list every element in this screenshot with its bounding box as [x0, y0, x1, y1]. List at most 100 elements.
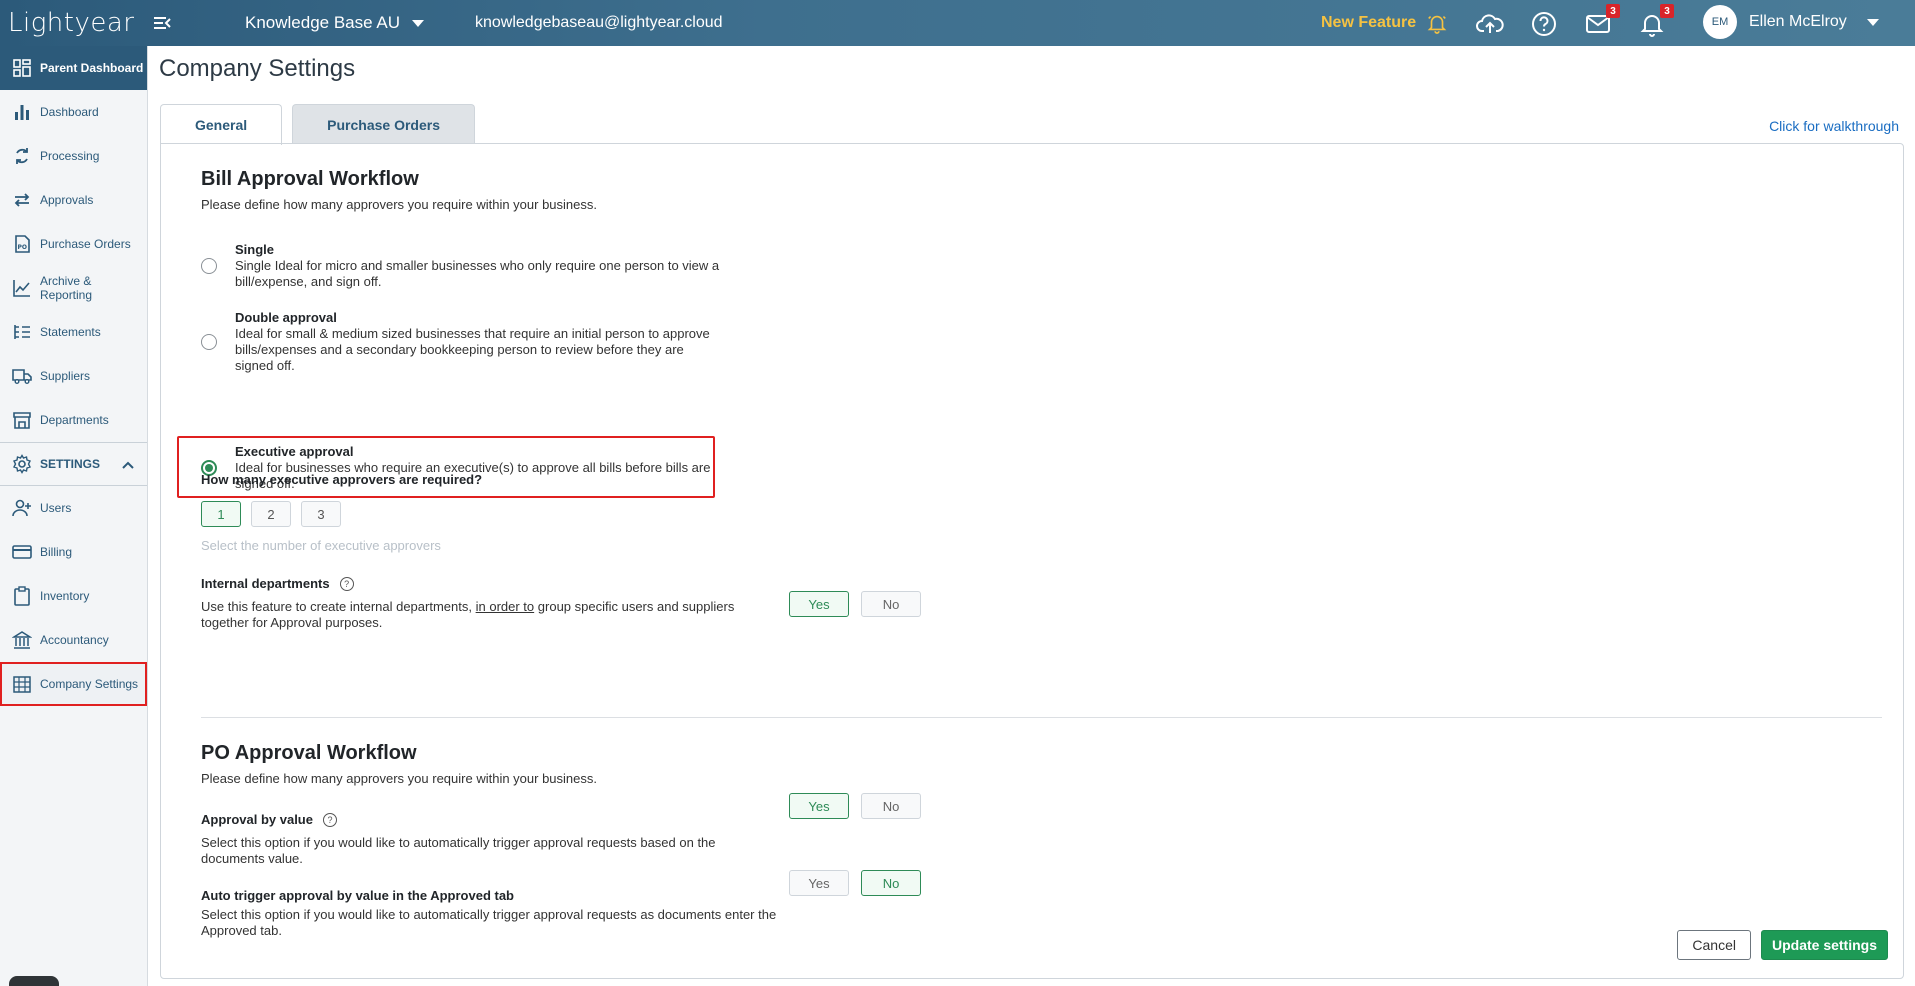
settings-label: SETTINGS: [40, 457, 101, 471]
exec-approver-count: 1 2 3: [201, 501, 341, 527]
po-document-icon: PO: [15, 235, 30, 253]
list-icon: [14, 325, 30, 339]
chevron-down-icon: [412, 19, 424, 27]
approval-by-value-title: Approval by value: [201, 812, 313, 827]
auto-trigger-toggle: Yes No: [789, 870, 921, 896]
option-title: Double approval: [235, 310, 337, 325]
auto-trigger-label: Auto trigger approval by value in the Ap…: [201, 888, 515, 903]
tab-general[interactable]: General: [160, 104, 283, 145]
internal-departments-label: Internal departments ?: [201, 576, 354, 591]
sidebar-item-purchase-orders[interactable]: PO Purchase Orders: [0, 222, 147, 266]
sidebar-item-label: Processing: [40, 149, 100, 163]
messages-button[interactable]: 3: [1584, 4, 1620, 38]
approval-by-value-yes[interactable]: Yes: [789, 793, 849, 819]
sidebar-item-departments[interactable]: Departments: [0, 398, 147, 442]
top-bar: Lightyear Knowledge Base AU knowledgebas…: [0, 0, 1915, 46]
option-desc: Single Ideal for micro and smaller busin…: [235, 258, 720, 289]
avatar: EM: [1703, 5, 1737, 39]
exec-count-2[interactable]: 2: [251, 501, 291, 527]
sidebar-item-label: Users: [40, 501, 72, 515]
info-icon[interactable]: ?: [339, 576, 354, 591]
user-name: Ellen McElroy: [1749, 13, 1847, 30]
sidebar-item-accountancy[interactable]: Accountancy: [0, 618, 147, 662]
sidebar: Parent Dashboard Dashboard Processing Ap…: [0, 46, 148, 986]
chevron-down-icon: [1866, 18, 1879, 26]
bar-chart-icon: [15, 105, 29, 120]
approval-option-double[interactable]: Double approval Ideal for small & medium…: [201, 310, 725, 374]
credit-card-icon: [12, 545, 32, 559]
truck-icon: [12, 369, 32, 384]
sidebar-item-label: Parent Dashboard: [40, 61, 144, 75]
clipboard-icon: [14, 586, 30, 606]
radio-double[interactable]: [201, 334, 217, 350]
notifications-button[interactable]: 3: [1638, 4, 1674, 38]
line-chart-icon: [13, 280, 30, 297]
walkthrough-link[interactable]: Click for walkthrough: [1769, 118, 1899, 134]
building-icon: [13, 676, 31, 693]
desc-link: in order to: [475, 599, 535, 614]
chevron-up-icon: [122, 461, 134, 469]
logo[interactable]: Lightyear: [8, 4, 135, 42]
internal-departments-title: Internal departments: [201, 576, 330, 591]
tab-purchase-orders[interactable]: Purchase Orders: [292, 104, 475, 144]
sidebar-item-label: Suppliers: [40, 369, 91, 383]
option-desc: Ideal for small & medium sized businesse…: [235, 326, 710, 373]
new-feature-button[interactable]: New Feature: [1321, 12, 1448, 34]
logo-text: Lightyear: [8, 8, 135, 38]
sidebar-item-processing[interactable]: Processing: [0, 134, 147, 178]
menu-toggle-icon[interactable]: [152, 13, 172, 33]
exec-approvers-hint: Select the number of executive approvers: [201, 538, 441, 553]
notification-badge: 3: [1660, 4, 1674, 18]
radio-single[interactable]: [201, 258, 217, 274]
sidebar-item-label: Archive & Reporting: [40, 274, 93, 302]
bill-approval-title: Bill Approval Workflow: [201, 168, 419, 190]
store-icon: [13, 412, 31, 429]
sidebar-item-label: Billing: [40, 545, 73, 559]
auto-trigger-yes[interactable]: Yes: [789, 870, 849, 896]
sidebar-item-label: Approvals: [40, 193, 94, 207]
option-title: Single: [235, 242, 275, 257]
organisation-selector[interactable]: Knowledge Base AU: [245, 13, 424, 33]
update-settings-button[interactable]: Update settings: [1760, 930, 1888, 960]
approval-by-value-toggle: Yes No: [789, 793, 921, 819]
form-actions: Cancel Update settings: [1677, 930, 1888, 960]
main-content: Company Settings General Purchase Orders…: [148, 46, 1915, 986]
sidebar-item-dashboard[interactable]: Dashboard: [0, 90, 147, 134]
help-icon[interactable]: [1530, 10, 1558, 38]
sidebar-item-label: Departments: [40, 413, 109, 427]
info-icon[interactable]: ?: [322, 812, 337, 827]
internal-departments-no[interactable]: No: [861, 591, 921, 617]
sidebar-settings-toggle[interactable]: SETTINGS: [0, 442, 147, 486]
sidebar-item-approvals[interactable]: Approvals: [0, 178, 147, 222]
sidebar-item-company-settings[interactable]: Company Settings: [0, 662, 147, 706]
bill-approval-subtitle: Please define how many approvers you req…: [201, 197, 597, 212]
po-approval-subtitle: Please define how many approvers you req…: [201, 771, 597, 786]
help-chat-button[interactable]: ?: [9, 976, 59, 986]
tab-bar: General Purchase Orders: [160, 104, 475, 145]
cloud-upload-icon[interactable]: [1476, 10, 1504, 38]
exec-count-3[interactable]: 3: [301, 501, 341, 527]
organisation-name: Knowledge Base AU: [245, 13, 400, 32]
sidebar-item-billing[interactable]: Billing: [0, 530, 147, 574]
user-menu[interactable]: EM Ellen McElroy: [1703, 5, 1879, 39]
swap-arrows-icon: [14, 193, 30, 207]
cancel-button[interactable]: Cancel: [1677, 930, 1751, 960]
sidebar-item-users[interactable]: Users: [0, 486, 147, 530]
approval-option-single[interactable]: Single Single Ideal for micro and smalle…: [201, 242, 725, 290]
internal-departments-yes[interactable]: Yes: [789, 591, 849, 617]
settings-panel: Bill Approval Workflow Please define how…: [160, 143, 1904, 979]
sidebar-item-parent-dashboard[interactable]: Parent Dashboard: [0, 46, 147, 90]
sidebar-item-statements[interactable]: Statements: [0, 310, 147, 354]
option-text: Double approval Ideal for small & medium…: [235, 310, 725, 374]
approval-by-value-no[interactable]: No: [861, 793, 921, 819]
sync-icon: [16, 148, 28, 164]
approval-by-value-desc: Select this option if you would like to …: [201, 835, 716, 866]
exec-count-1[interactable]: 1: [201, 501, 241, 527]
auto-trigger-no[interactable]: No: [861, 870, 921, 896]
sidebar-item-inventory[interactable]: Inventory: [0, 574, 147, 618]
mail-badge: 3: [1606, 4, 1620, 18]
option-title: Executive approval: [235, 444, 354, 459]
sidebar-item-suppliers[interactable]: Suppliers: [0, 354, 147, 398]
sidebar-item-archive-reporting[interactable]: Archive & Reporting: [0, 266, 147, 310]
svg-text:PO: PO: [18, 244, 28, 251]
